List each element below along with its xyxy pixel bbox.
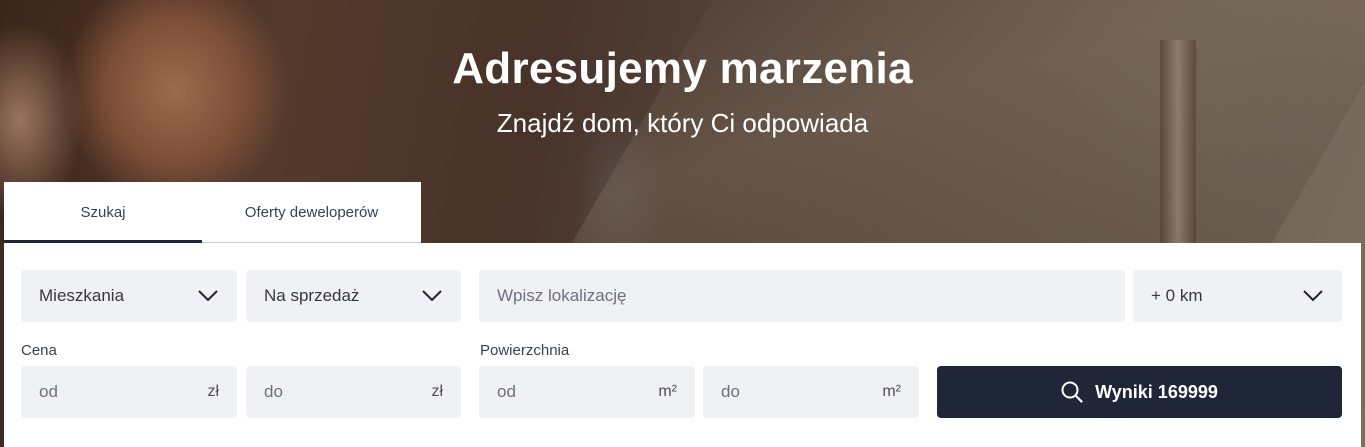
area-unit: m² bbox=[658, 383, 677, 400]
tab-szukaj[interactable]: Szukaj bbox=[4, 182, 202, 243]
price-label: Cena bbox=[21, 342, 57, 359]
area-from-placeholder: od bbox=[497, 382, 516, 401]
results-button-label: Wyniki 169999 bbox=[1095, 381, 1218, 402]
radius-value: + 0 km bbox=[1151, 286, 1203, 305]
price-from-input[interactable]: od zł bbox=[21, 366, 237, 418]
area-unit: m² bbox=[882, 383, 901, 400]
area-to-placeholder: do bbox=[721, 382, 740, 401]
chevron-down-icon bbox=[1303, 290, 1323, 302]
area-to-input[interactable]: do m² bbox=[703, 366, 919, 418]
search-tabs: Szukaj Oferty deweloperów bbox=[4, 182, 421, 243]
area-label: Powierzchnia bbox=[480, 342, 570, 359]
search-icon bbox=[1061, 381, 1083, 403]
radius-select[interactable]: + 0 km bbox=[1133, 270, 1342, 322]
tab-oferty-deweloperow[interactable]: Oferty deweloperów bbox=[202, 182, 421, 243]
transaction-type-value: Na sprzedaż bbox=[264, 286, 360, 305]
chevron-down-icon bbox=[422, 290, 442, 302]
price-unit: zł bbox=[431, 383, 443, 400]
location-placeholder: Wpisz lokalizację bbox=[497, 286, 627, 305]
area-from-input[interactable]: od m² bbox=[479, 366, 695, 418]
price-from-placeholder: od bbox=[39, 382, 58, 401]
price-to-placeholder: do bbox=[264, 382, 283, 401]
property-type-value: Mieszkania bbox=[39, 286, 125, 305]
results-search-button[interactable]: Wyniki 169999 bbox=[937, 366, 1342, 418]
chevron-down-icon bbox=[198, 290, 218, 302]
transaction-type-select[interactable]: Na sprzedaż bbox=[246, 270, 461, 322]
hero-subtitle: Znajdź dom, który Ci odpowiada bbox=[496, 108, 869, 138]
hero-title: Adresujemy marzenia bbox=[452, 44, 913, 93]
property-type-select[interactable]: Mieszkania bbox=[21, 270, 237, 322]
price-to-input[interactable]: do zł bbox=[246, 366, 461, 418]
location-input[interactable]: Wpisz lokalizację bbox=[479, 270, 1125, 322]
price-unit: zł bbox=[207, 383, 219, 400]
